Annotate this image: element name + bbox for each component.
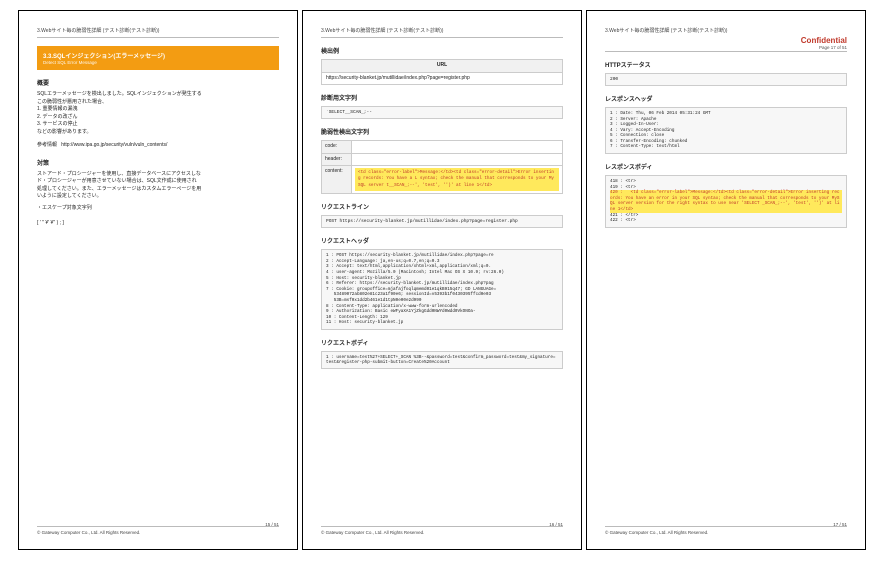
section-header: 3.3.SQLインジェクション(エラーメッセージ) Detect SQL Err… bbox=[37, 46, 279, 70]
confidential-stamp: Confidential Page 17 of 51 bbox=[605, 36, 847, 52]
impact-item: 3. サービスの停止 bbox=[37, 121, 279, 129]
breadcrumb-text: 3.Webサイト毎の脆弱性詳細 (テスト診断(テスト診断)) bbox=[37, 27, 159, 34]
kv-label-content: content: bbox=[322, 166, 352, 194]
counter-text: いように設定してください。 bbox=[37, 193, 279, 201]
page-17: 3.Webサイト毎の脆弱性詳細 (テスト診断(テスト診断)) Confident… bbox=[586, 10, 866, 550]
code-line-highlight: 420 : <td class="error-label">Message:</… bbox=[610, 190, 842, 212]
heading-overview: 概要 bbox=[37, 78, 279, 87]
diag-string: `SELECT__SCAN_;-- bbox=[321, 106, 563, 119]
breadcrumb: 3.Webサイト毎の脆弱性詳細 (テスト診断(テスト診断)) bbox=[605, 27, 847, 34]
footer-copyright: © Gateway Computer Co., Ltd. All Rights … bbox=[37, 526, 279, 535]
url-value: https://security-blanket.jp/mutillidae/i… bbox=[322, 72, 563, 85]
heading-reqbody: リクエストボディ bbox=[321, 338, 563, 347]
impact-tail: などの影響があります。 bbox=[37, 129, 279, 137]
page-15: 3.Webサイト毎の脆弱性詳細 (テスト診断(テスト診断)) 3.3.SQLイン… bbox=[18, 10, 298, 550]
heading-counter: 対策 bbox=[37, 158, 279, 167]
url-header: URL bbox=[322, 60, 563, 73]
breadcrumb-text: 3.Webサイト毎の脆弱性詳細 (テスト診断(テスト診断)) bbox=[605, 27, 727, 34]
url-table: URL https://security-blanket.jp/mutillid… bbox=[321, 59, 563, 85]
reference-url: http://www.ipa.go.jp/security/vuln/vuln_… bbox=[61, 142, 167, 148]
footer-copyright: © Gateway Computer Co., Ltd. All Rights … bbox=[605, 526, 847, 535]
heading-diag: 診断用文字列 bbox=[321, 93, 563, 102]
response-headers: 1 : Date: Thu, 06 Feb 2014 05:31:24 GMT2… bbox=[605, 107, 847, 154]
impact-list: 1. 重要情報の漏洩 2. データの改ざん 3. サービスの停止 bbox=[37, 106, 279, 129]
heading-detect: 検出例 bbox=[321, 46, 563, 55]
breadcrumb-text: 3.Webサイト毎の脆弱性詳細 (テスト診断(テスト診断)) bbox=[321, 27, 443, 34]
kv-value-code bbox=[352, 141, 563, 154]
code-line: 422 : <tr> bbox=[610, 218, 842, 224]
impact-item: 1. 重要情報の漏洩 bbox=[37, 106, 279, 114]
kv-label-code: code: bbox=[322, 141, 352, 154]
heading-resbody: レスポンスボディ bbox=[605, 162, 847, 171]
reference-label: 参考情報 bbox=[37, 142, 57, 148]
overview-text-2: この脆弱性が悪用された場合、 bbox=[37, 99, 279, 107]
counter-text: 処理してください。また、エラーメッセージはカスタムエラーページを用 bbox=[37, 186, 279, 194]
reference-line: 参考情報 http://www.ipa.go.jp/security/vuln/… bbox=[37, 142, 279, 150]
breadcrumb: 3.Webサイト毎の脆弱性詳細 (テスト診断(テスト診断)) bbox=[321, 27, 563, 38]
counter-text: ストアード・プロシージャーを使用し、直接データベースにアクセスしな bbox=[37, 171, 279, 179]
kv-label-header: header: bbox=[322, 153, 352, 166]
heading-status: HTTPステータス bbox=[605, 60, 847, 69]
heading-reqheader: リクエストヘッダ bbox=[321, 236, 563, 245]
section-title: 3.3.SQLインジェクション(エラーメッセージ) bbox=[43, 51, 273, 60]
code-line: 7 : Content-Type: text/html bbox=[610, 144, 842, 150]
page-16: 3.Webサイト毎の脆弱性詳細 (テスト診断(テスト診断)) 検出例 URL h… bbox=[302, 10, 582, 550]
counter-text: ド・プロシージャーが用意させていない場合は、SQL文作成に使用され bbox=[37, 178, 279, 186]
vuln-table: code: header: content: <td class="error-… bbox=[321, 140, 563, 194]
kv-value-content: <td class="error-label">Message:</td><td… bbox=[352, 166, 563, 194]
escape-label: ・エスケープ対象文字列 bbox=[37, 205, 279, 213]
footer-copyright: © Gateway Computer Co., Ltd. All Rights … bbox=[321, 526, 563, 535]
request-headers: 1 : POST https://security-blanket.jp/mut… bbox=[321, 249, 563, 330]
response-body: 418 : <tr>419 : <tr>420 : <td class="err… bbox=[605, 175, 847, 228]
heading-vuln: 脆弱性検出文字列 bbox=[321, 127, 563, 136]
overview-text-1: SQLエラーメッセージを検出しました。SQLインジェクションが発生する bbox=[37, 91, 279, 99]
http-status: 200 bbox=[605, 73, 847, 86]
heading-resheader: レスポンスヘッダ bbox=[605, 94, 847, 103]
kv-value-header bbox=[352, 153, 563, 166]
request-body: 1 : username=test%27+SELECT+_SCAN %3B--&… bbox=[321, 351, 563, 369]
vuln-content-highlight: <td class="error-label">Message:</td><td… bbox=[355, 168, 559, 191]
code-line: 11 : Host: security-blanket.jp bbox=[326, 320, 558, 326]
heading-reqline: リクエストライン bbox=[321, 202, 563, 211]
breadcrumb: 3.Webサイト毎の脆弱性詳細 (テスト診断(テスト診断)) bbox=[37, 27, 279, 38]
section-subtitle: Detect SQL Error Message bbox=[43, 60, 273, 65]
escape-chars: [ ' '' ¥' ¥'' ) ; ] bbox=[37, 220, 279, 228]
request-line: POST https://security-blanket.jp/mutilli… bbox=[321, 215, 563, 228]
confidential-label: Confidential bbox=[801, 36, 847, 45]
confidential-sub: Page 17 of 51 bbox=[605, 45, 847, 50]
impact-item: 2. データの改ざん bbox=[37, 114, 279, 122]
